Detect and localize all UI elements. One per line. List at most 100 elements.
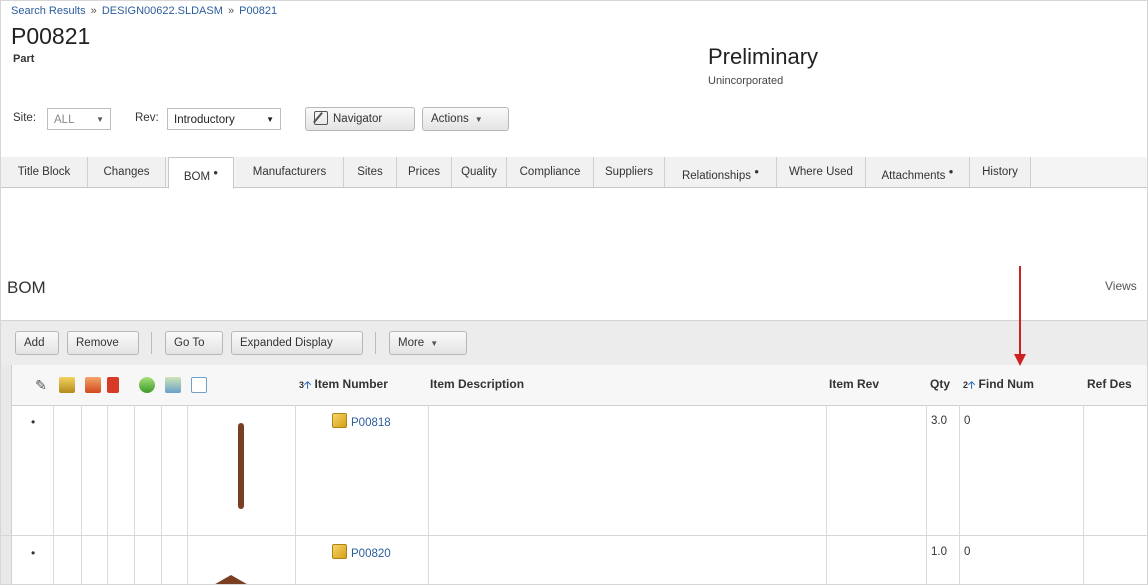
column-divider [53,405,54,584]
more-label: More [398,337,425,349]
breadcrumb-assembly[interactable]: DESIGN00622.SLDASM [102,5,223,17]
go-to-button[interactable]: Go To [165,331,223,355]
item-number-link[interactable]: P00820 [351,548,391,560]
row-selector[interactable] [1,536,12,584]
navigator-button[interactable]: Navigator [305,107,415,131]
section-title: BOM [7,278,46,297]
tab-label: Title Block [17,166,71,178]
more-button[interactable]: More ▼ [389,331,467,355]
column-label: Item Number [314,377,388,391]
tab-title-block[interactable]: Title Block [1,157,88,187]
part-thumbnail [238,423,244,509]
redline-icon[interactable] [107,377,119,393]
column-divider [161,405,162,584]
annotation-arrow-head [1014,354,1026,366]
bom-toolbar: Add Remove Go To Expanded Display More ▼ [1,320,1147,366]
actions-label: Actions [431,113,469,125]
edit-icon[interactable] [85,377,101,393]
tab-indicator-dot: ● [213,168,219,177]
remove-button[interactable]: Remove [67,331,139,355]
navigator-label: Navigator [333,113,383,125]
site-label: Site: [13,112,37,124]
navigator-icon [312,111,328,125]
breadcrumb-separator: » [227,5,235,17]
column-qty[interactable]: Qty [930,377,950,391]
rev-label: Rev: [135,112,159,124]
tab-history[interactable]: History [970,157,1031,187]
tab-label: BOM [183,170,211,183]
column-item-description[interactable]: Item Description [430,377,524,391]
column-find-num[interactable]: 2🡡 Find Num [963,377,1034,395]
tab-label: Prices [408,166,440,178]
breadcrumb-search-results[interactable]: Search Results [11,5,86,17]
add-button[interactable]: Add [15,331,59,355]
rev-value: Introductory [174,114,235,126]
column-divider [826,405,827,584]
tab-quality[interactable]: Quality [452,157,507,187]
tab-changes[interactable]: Changes [88,157,166,187]
column-item-number[interactable]: 3🡡 Item Number [299,377,388,395]
tab-prices[interactable]: Prices [397,157,452,187]
column-ref-des[interactable]: Ref Des [1087,377,1132,391]
tab-label: Where Used [789,166,853,178]
qty-cell: 3.0 [931,415,947,427]
tab-sites[interactable]: Sites [344,157,397,187]
tab-label: Suppliers [605,166,653,178]
site-value: ALL [54,114,75,126]
tab-label: Quality [461,166,497,178]
table-row[interactable]: P00818 [332,413,391,429]
rev-select[interactable]: Introductory ▼ [167,108,281,130]
column-divider [187,405,188,584]
refresh-icon[interactable] [165,377,181,393]
doc-icon[interactable] [191,377,207,393]
tab-manufacturers[interactable]: Manufacturers [236,157,344,187]
sort-ascending-icon: 🡡 [304,380,312,391]
column-divider [107,405,108,584]
row-selector[interactable] [1,405,12,535]
chevron-down-icon: ▼ [96,115,104,124]
chevron-down-icon: ▼ [266,115,274,124]
find-num-cell: 0 [964,415,971,427]
row-selector-header [1,365,12,405]
actions-button[interactable]: Actions ▼ [422,107,509,131]
breadcrumb-current[interactable]: P00821 [239,5,277,17]
table-row[interactable]: P00820 [332,544,391,560]
sort-ascending-icon: 🡡 [968,380,976,391]
item-number-link[interactable]: P00818 [351,417,391,429]
row-divider [1,535,1147,536]
object-type: Part [13,53,35,65]
toolbar-divider [375,332,376,354]
column-divider [959,405,960,584]
tab-suppliers[interactable]: Suppliers [594,157,665,187]
site-select[interactable]: ALL ▼ [47,108,111,130]
expanded-display-button[interactable]: Expanded Display [231,331,363,355]
tab-label: Relationships [681,169,751,182]
stack-icon[interactable] [59,377,75,393]
qty-cell: 1.0 [931,546,947,558]
find-num-cell: 0 [964,546,971,558]
column-divider [134,405,135,584]
column-item-rev[interactable]: Item Rev [829,377,879,391]
part-thumbnail [203,575,259,584]
breadcrumb-separator: » [90,5,97,17]
workflow-status: Unincorporated [708,75,784,87]
column-label: Find Num [978,377,1034,391]
tab-label: Compliance [519,166,581,178]
page-frame: Search Results » DESIGN00622.SLDASM » P0… [0,0,1148,585]
tab-label: Changes [103,166,150,178]
row-bullet: • [31,415,36,429]
breadcrumb: Search Results » DESIGN00622.SLDASM » P0… [11,5,277,17]
views-link[interactable]: Views [1105,279,1137,293]
compare-icon[interactable] [139,377,155,393]
tab-where-used[interactable]: Where Used [777,157,866,187]
tab-compliance[interactable]: Compliance [507,157,594,187]
tab-bom[interactable]: BOM ● [168,157,234,189]
paperclip-icon[interactable]: ✎ [33,377,49,393]
tab-attachments[interactable]: Attachments ● [866,157,970,187]
tab-label: Attachments [881,169,946,182]
tab-label: History [982,166,1018,178]
tab-relationships[interactable]: Relationships ● [665,157,777,187]
tab-bar: Title Block Changes BOM ● Manufacturers … [1,157,1147,189]
annotation-arrow [1019,266,1021,354]
toolbar-divider [151,332,152,354]
